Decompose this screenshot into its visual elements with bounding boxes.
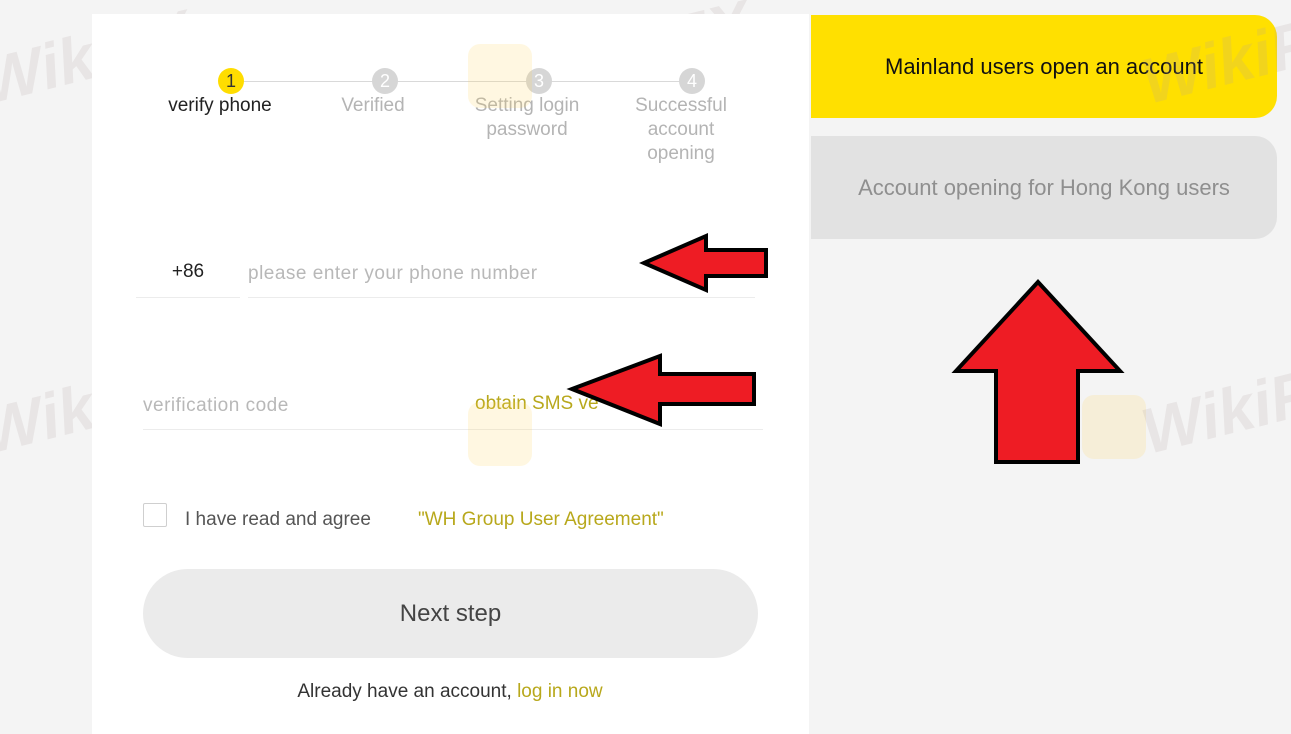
watermark: WikiFX (1134, 346, 1291, 468)
login-prompt: Already have an account, log in now (0, 681, 900, 703)
agreement-checkbox[interactable] (143, 503, 167, 527)
arrow-up-tabs-icon (951, 279, 1125, 464)
step-3-label: Setting login password (474, 95, 580, 140)
next-step-button[interactable]: Next step (143, 569, 758, 658)
step-4-indicator: 4 (679, 68, 705, 94)
arrow-left-sms-icon (566, 353, 756, 427)
step-progress-line (231, 81, 692, 82)
arrow-left-phone-icon (638, 232, 768, 294)
user-agreement-link[interactable]: "WH Group User Agreement" (418, 509, 664, 531)
step-2-label: Verified (341, 95, 405, 116)
step-2-indicator: 2 (372, 68, 398, 94)
country-code-selector[interactable]: +86 (136, 250, 240, 298)
agreement-text: I have read and agree (185, 509, 371, 530)
step-1-indicator: 1 (218, 68, 244, 94)
tab-mainland-label: Mainland users open an account (885, 53, 1203, 79)
login-prompt-text: Already have an account, (297, 681, 512, 702)
step-4-label: Successful account opening (635, 95, 727, 164)
tab-hong-kong-account[interactable]: Account opening for Hong Kong users (811, 136, 1277, 239)
log-in-now-link[interactable]: log in now (517, 681, 603, 702)
step-1-label: verify phone (168, 95, 272, 116)
step-3-indicator: 3 (526, 68, 552, 94)
tab-hong-kong-label: Account opening for Hong Kong users (858, 174, 1230, 200)
tab-mainland-account[interactable]: Mainland users open an account (811, 15, 1277, 118)
